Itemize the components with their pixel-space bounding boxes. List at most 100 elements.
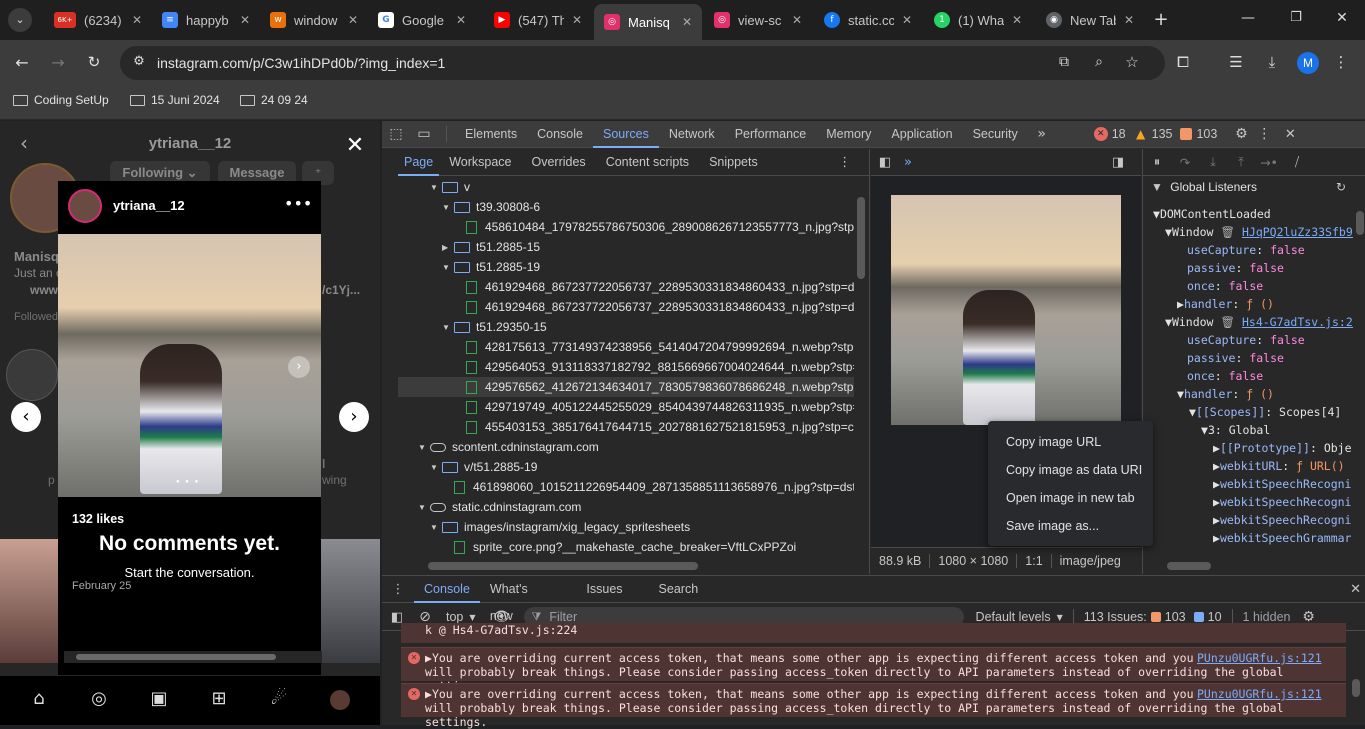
menu-open-image-new-tab[interactable]: Open image in new tab: [988, 484, 1153, 512]
tree-file[interactable]: sprite_core.png?__makehaste_cache_breake…: [398, 537, 854, 557]
likes-count[interactable]: 132 likes: [72, 512, 124, 526]
customize-menu-icon[interactable]: ⋮: [1251, 126, 1277, 142]
warning-count[interactable]: 135: [1152, 127, 1173, 141]
panel-tab-performance[interactable]: Performance: [725, 121, 817, 148]
expand-arrow-icon[interactable]: ▼: [442, 198, 454, 218]
post-author-avatar[interactable]: [68, 189, 102, 223]
inner-next-chevron-icon[interactable]: ›: [288, 356, 310, 378]
issues-count[interactable]: 103: [1196, 127, 1217, 141]
toggle-debugger-icon[interactable]: ◨: [1107, 155, 1129, 170]
bookmark-folder[interactable]: 15 Juni 2024: [130, 93, 220, 107]
browser-tab[interactable]: ◉ New Tab ✕: [1036, 6, 1144, 34]
scope-prop[interactable]: ▶webkitURL: ƒ URL(): [1213, 457, 1345, 475]
issues-count-icon[interactable]: [1180, 128, 1193, 140]
address-bar[interactable]: ⚙ instagram.com/p/C3w1ihDPd0b/?img_index…: [120, 46, 1165, 80]
messenger-icon[interactable]: ☄: [268, 688, 290, 709]
preview-image[interactable]: [891, 195, 1121, 425]
expand-arrow-icon[interactable]: ▼: [442, 318, 454, 338]
menu-copy-image-url[interactable]: Copy image URL: [988, 428, 1153, 456]
chrome-menu-icon[interactable]: ⋮: [1331, 53, 1351, 71]
scope-handler[interactable]: ▶handler: ƒ (): [1177, 295, 1274, 313]
browser-tab[interactable]: ≡ happyb ✕: [152, 6, 260, 34]
scope-global[interactable]: ▼3: Global: [1201, 421, 1270, 439]
menu-save-image-as[interactable]: Save image as...: [988, 512, 1153, 540]
scope-horizontal-scrollbar[interactable]: [1143, 559, 1353, 573]
step-over-icon[interactable]: ↷: [1171, 155, 1199, 170]
tree-file[interactable]: 428175613_773149374238956_54140472047999…: [398, 337, 854, 357]
expand-arrow-icon[interactable]: ▶: [425, 687, 432, 701]
close-devtools-icon[interactable]: ✕: [1277, 127, 1303, 142]
console-scrollbar[interactable]: [1349, 627, 1363, 722]
nav-tab-workspace[interactable]: Workspace: [439, 149, 521, 176]
toggle-navigator-icon[interactable]: ◧: [871, 155, 899, 170]
panel-tab-elements[interactable]: Elements: [455, 121, 527, 148]
prev-post-arrow-icon[interactable]: ‹: [11, 402, 41, 432]
tree-file[interactable]: 429564053_913118337182792_88156696670040…: [398, 357, 854, 377]
drawer-tab-issues[interactable]: Issues: [576, 576, 632, 603]
back-arrow-icon[interactable]: ←: [12, 53, 32, 73]
tree-folder[interactable]: ▶ t51.2885-15: [398, 237, 854, 257]
expand-arrow-icon[interactable]: ▼: [430, 458, 442, 478]
tree-folder[interactable]: ▼ v/t51.2885-19: [398, 457, 854, 477]
settings-gear-icon[interactable]: ⚙: [1231, 126, 1251, 142]
extensions-icon[interactable]: ⧠: [1173, 53, 1193, 71]
post-image[interactable]: › ● ● ●: [58, 234, 321, 497]
scope-prop[interactable]: ▶webkitSpeechGrammar: [1213, 529, 1352, 547]
tab-close-icon[interactable]: ✕: [792, 13, 802, 27]
tab-close-icon[interactable]: ✕: [132, 13, 142, 27]
collapse-arrow-icon[interactable]: ▶: [442, 238, 454, 258]
nav-tab-snippets[interactable]: Snippets: [699, 149, 768, 176]
media-controls-icon[interactable]: ☰: [1226, 53, 1246, 71]
profile-nav-avatar[interactable]: [330, 690, 350, 710]
nav-tab-content-scripts[interactable]: Content scripts: [596, 149, 699, 176]
tab-close-icon[interactable]: ✕: [456, 13, 466, 27]
tree-folder[interactable]: ▼ images/instagram/xig_legacy_spritesheet…: [398, 517, 854, 537]
step-icon[interactable]: →•: [1255, 155, 1283, 170]
forward-arrow-icon[interactable]: →: [48, 53, 68, 73]
context-selector[interactable]: top ▼: [446, 610, 476, 624]
expand-arrow-icon[interactable]: ▼: [442, 258, 454, 278]
zoom-icon[interactable]: ⌕: [1090, 54, 1108, 70]
browser-tab[interactable]: ◎ view-sc ✕: [704, 6, 812, 34]
drawer-menu-icon[interactable]: ⋮: [382, 582, 414, 597]
install-app-icon[interactable]: ⧉: [1055, 54, 1073, 70]
panel-tab-network[interactable]: Network: [659, 121, 725, 148]
bookmark-folder[interactable]: Coding SetUp: [13, 93, 109, 107]
tree-file[interactable]: 461929468_867237722056737_22895303318348…: [398, 297, 854, 317]
nav-tab-page[interactable]: Page: [398, 149, 440, 176]
new-tab-plus-icon[interactable]: +: [1150, 9, 1172, 31]
deactivate-breakpoints-icon[interactable]: ⧸: [1283, 154, 1311, 170]
explore-icon[interactable]: ◎: [88, 688, 110, 709]
pause-icon[interactable]: ⏸: [1143, 154, 1171, 170]
drawer-tab-search[interactable]: Search: [649, 576, 709, 603]
bookmark-folder[interactable]: 24 09 24: [240, 93, 308, 107]
browser-tab[interactable]: w window ✕: [260, 6, 368, 34]
browser-tab[interactable]: G Google ✕: [368, 6, 476, 34]
scope-prop[interactable]: ▶webkitSpeechRecogni: [1213, 511, 1352, 529]
downloads-icon[interactable]: ⤓: [1262, 53, 1282, 71]
tree-file[interactable]: 429576562_412672134634017_78305798360786…: [398, 377, 854, 397]
error-source-link[interactable]: PUnzu0UGRfu.js:121: [1197, 687, 1322, 701]
tab-search-icon[interactable]: ⌄: [8, 8, 32, 32]
expand-arrow-icon[interactable]: ▼: [430, 518, 442, 538]
issues-summary[interactable]: 113 Issues: 103 10: [1084, 610, 1222, 624]
menu-copy-image-data-uri[interactable]: Copy image as data URI: [988, 456, 1153, 484]
browser-tab[interactable]: f static.cc ✕: [814, 6, 922, 34]
expand-arrow-icon[interactable]: ▶: [425, 651, 432, 665]
browser-tab[interactable]: ▶ (547) Th ✕: [484, 6, 592, 34]
navigator-menu-icon[interactable]: ⋮: [838, 155, 852, 170]
more-options-icon[interactable]: •••: [284, 194, 312, 213]
next-post-arrow-icon[interactable]: ›: [339, 402, 369, 432]
expand-arrow-icon[interactable]: ▼: [418, 438, 430, 458]
panel-tab-security[interactable]: Security: [963, 121, 1028, 148]
scope-prop[interactable]: ▶webkitSpeechRecogni: [1213, 475, 1352, 493]
close-window-icon[interactable]: ✕: [1332, 10, 1352, 30]
restore-icon[interactable]: ❐: [1286, 10, 1306, 30]
browser-tab-active[interactable]: ◎ Manisq ✕: [594, 4, 702, 40]
panel-tab-application[interactable]: Application: [881, 121, 962, 148]
scope-scopes[interactable]: ▼[[Scopes]]: Scopes[4]: [1189, 403, 1341, 421]
error-count[interactable]: 18: [1112, 127, 1126, 141]
tree-domain[interactable]: ▼ static.cdninstagram.com: [398, 497, 854, 517]
scope-vertical-scrollbar[interactable]: [1353, 177, 1365, 557]
inspect-element-icon[interactable]: ⬚: [382, 126, 410, 142]
